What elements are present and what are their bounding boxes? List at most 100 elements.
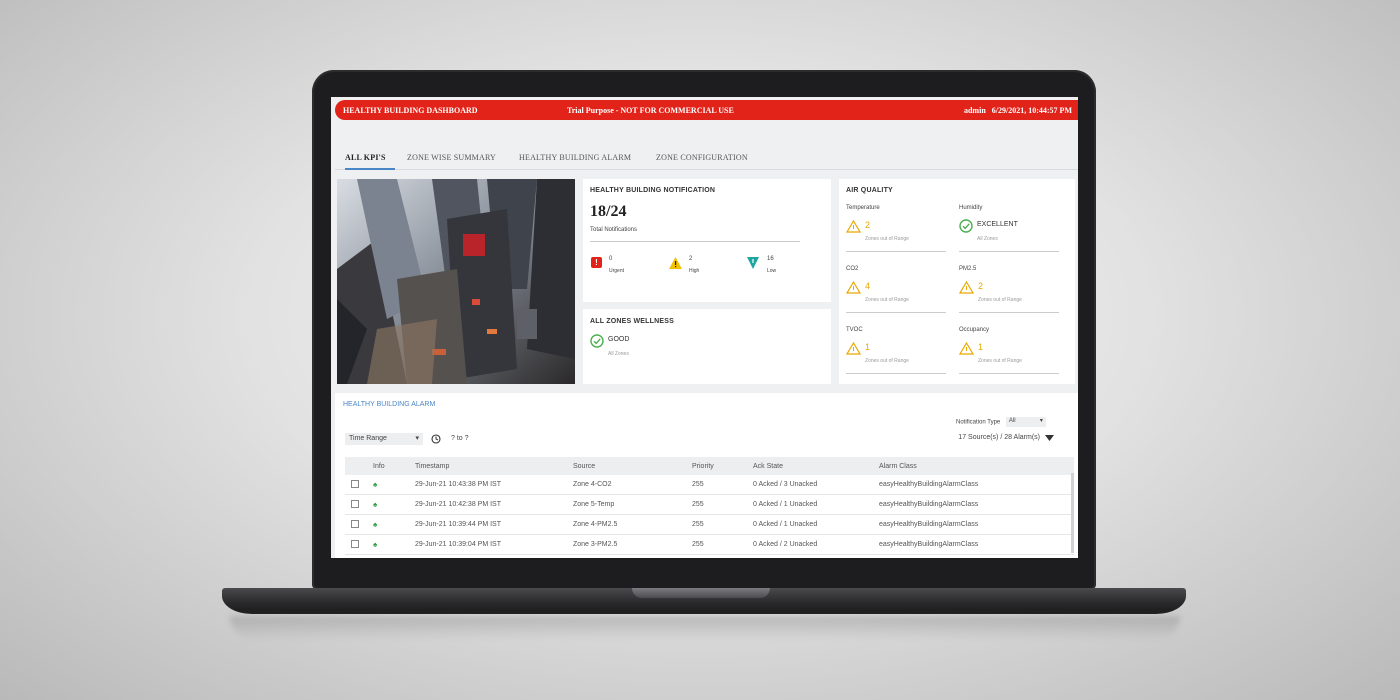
notification-type-label: Notification Type <box>956 419 1001 426</box>
aq-label: CO2 <box>846 266 859 272</box>
cell-alarm-class: easyHealthyBuildingAlarmClass <box>873 494 1074 515</box>
aq-value: 4 <box>865 281 871 291</box>
aq-pm25[interactable]: PM2.5 2 Zones out of Range <box>959 266 1059 313</box>
checkbox[interactable] <box>351 519 359 528</box>
aq-value: 2 <box>978 281 984 291</box>
column-header-info[interactable]: Info <box>367 457 409 475</box>
row-select[interactable] <box>345 514 367 535</box>
warning-icon <box>846 220 861 233</box>
aq-sub: Zones out of Range <box>865 358 909 364</box>
alarm-section: HEALTHY BUILDING ALARM Notification Type… <box>335 393 1078 558</box>
aq-value: 1 <box>978 342 984 352</box>
cell-priority: 255 <box>686 514 747 535</box>
checkbox[interactable] <box>351 479 359 488</box>
divider <box>590 241 800 242</box>
air-quality-card: AIR QUALITY Temperature 2 Zones out of R… <box>839 179 1075 384</box>
aq-label: PM2.5 <box>959 266 977 272</box>
warning-icon <box>669 257 682 269</box>
notification-title: HEALTHY BUILDING NOTIFICATION <box>590 187 716 194</box>
time-range-select[interactable]: Time Range ▾ <box>345 433 423 445</box>
row-select[interactable] <box>345 494 367 515</box>
aq-sub: Zones out of Range <box>978 358 1022 364</box>
notification-type-filter: Notification Type All ▾ <box>956 417 1046 427</box>
urgent-label: Urgent <box>609 268 625 274</box>
user-datetime: admin 6/29/2021, 10:44:57 PM <box>964 106 1072 115</box>
alarm-summary: 17 Source(s) / 28 Alarm(s) <box>958 434 1040 441</box>
low-label: Low <box>767 268 777 274</box>
laptop-reflection <box>230 616 1180 640</box>
aq-occupancy[interactable]: Occupancy 1 Zones out of Range <box>959 327 1059 374</box>
cell-ack-state: 0 Acked / 3 Unacked <box>747 475 873 495</box>
cell-priority: 255 <box>686 534 747 555</box>
laptop-notch <box>632 588 770 598</box>
aq-sub: All Zones <box>977 236 998 242</box>
table-row[interactable]: ♠ 29-Jun-21 10:39:04 PM IST Zone 3-PM2.5… <box>345 534 1074 555</box>
table-row[interactable]: ♠ 29-Jun-21 10:39:44 PM IST Zone 4-PM2.5… <box>345 514 1074 535</box>
aq-label: Occupancy <box>959 327 990 333</box>
row-select[interactable] <box>345 534 367 555</box>
notification-type-select[interactable]: All ▾ <box>1005 417 1046 427</box>
cell-timestamp: 29-Jun-21 10:39:04 PM IST <box>409 534 567 555</box>
tab-all-kpis[interactable]: ALL KPI'S <box>345 153 395 170</box>
aq-label: TVOC <box>846 327 863 333</box>
cell-ack-state: 0 Acked / 1 Unacked <box>747 514 873 535</box>
cell-ack-state: 0 Acked / 2 Unacked <box>747 534 873 555</box>
time-range-value: ? to ? <box>451 435 469 442</box>
urgent-count: 0 <box>609 256 613 262</box>
user-name: admin <box>963 106 986 115</box>
cell-source: Zone 5-Temp <box>567 494 686 515</box>
table-row[interactable]: ♠ 29-Jun-21 10:43:38 PM IST Zone 4-CO2 2… <box>345 475 1074 495</box>
aq-label: Humidity <box>959 205 983 211</box>
tab-zone-configuration[interactable]: ZONE CONFIGURATION <box>656 153 748 168</box>
clock-icon[interactable] <box>431 434 441 444</box>
column-header-priority[interactable]: Priority <box>686 457 747 475</box>
aq-label: Temperature <box>846 205 880 211</box>
tab-label: HEALTHY BUILDING ALARM <box>519 153 632 162</box>
checkbox[interactable] <box>351 499 359 508</box>
building-aerial-photo <box>337 179 575 384</box>
row-select[interactable] <box>345 475 367 495</box>
low-count: 16 <box>767 256 774 262</box>
aq-value: 1 <box>865 342 871 352</box>
bell-icon: ♠ <box>367 534 409 555</box>
warning-icon <box>846 342 861 355</box>
tab-label: ZONE CONFIGURATION <box>656 153 748 162</box>
bell-icon: ♠ <box>367 494 409 515</box>
aq-sub: Zones out of Range <box>865 297 909 303</box>
city-skyline-image <box>337 179 575 384</box>
scrollbar[interactable] <box>1071 473 1074 553</box>
cell-timestamp: 29-Jun-21 10:39:44 PM IST <box>409 514 567 535</box>
column-header-timestamp[interactable]: Timestamp <box>409 457 567 475</box>
aq-humidity[interactable]: Humidity EXCELLENT All Zones <box>959 205 1059 252</box>
tab-zone-wise-summary[interactable]: ZONE WISE SUMMARY <box>407 153 496 168</box>
wellness-title: ALL ZONES WELLNESS <box>590 318 674 325</box>
warning-icon <box>959 281 974 294</box>
warning-icon <box>846 281 861 294</box>
aq-co2[interactable]: CO2 4 Zones out of Range <box>846 266 946 313</box>
column-header-ack-state[interactable]: Ack State <box>747 457 873 475</box>
trial-notice: Trial Purpose - NOT FOR COMMERCIAL USE <box>567 106 734 115</box>
column-header-alarm-class[interactable]: Alarm Class <box>873 457 1074 475</box>
chevron-down-icon: ▾ <box>1039 418 1043 424</box>
column-header-source[interactable]: Source <box>567 457 686 475</box>
notification-count: 18/24 <box>590 203 627 220</box>
cell-source: Zone 4-CO2 <box>567 475 686 495</box>
tab-label: ZONE WISE SUMMARY <box>407 153 497 162</box>
tab-healthy-building-alarm[interactable]: HEALTHY BUILDING ALARM <box>519 153 631 168</box>
aq-tvoc[interactable]: TVOC 1 Zones out of Range <box>846 327 946 374</box>
warning-icon <box>959 342 974 355</box>
time-range-label: Time Range <box>349 435 387 442</box>
cell-alarm-class: easyHealthyBuildingAlarmClass <box>873 475 1074 495</box>
cell-source: Zone 4-PM2.5 <box>567 514 686 535</box>
wellness-card: ALL ZONES WELLNESS GOOD All Zones <box>583 309 831 384</box>
column-header-select <box>345 457 367 475</box>
cell-alarm-class: easyHealthyBuildingAlarmClass <box>873 514 1074 535</box>
aq-sub: Zones out of Range <box>978 297 1022 303</box>
checkbox[interactable] <box>351 539 359 548</box>
table-row[interactable]: ♠ 29-Jun-21 10:42:38 PM IST Zone 5-Temp … <box>345 494 1074 515</box>
expand-down-icon[interactable] <box>1045 435 1054 442</box>
aq-temperature[interactable]: Temperature 2 Zones out of Range <box>846 205 946 252</box>
check-circle-icon <box>959 219 973 233</box>
check-circle-icon <box>590 334 604 348</box>
high-label: High <box>689 268 700 274</box>
